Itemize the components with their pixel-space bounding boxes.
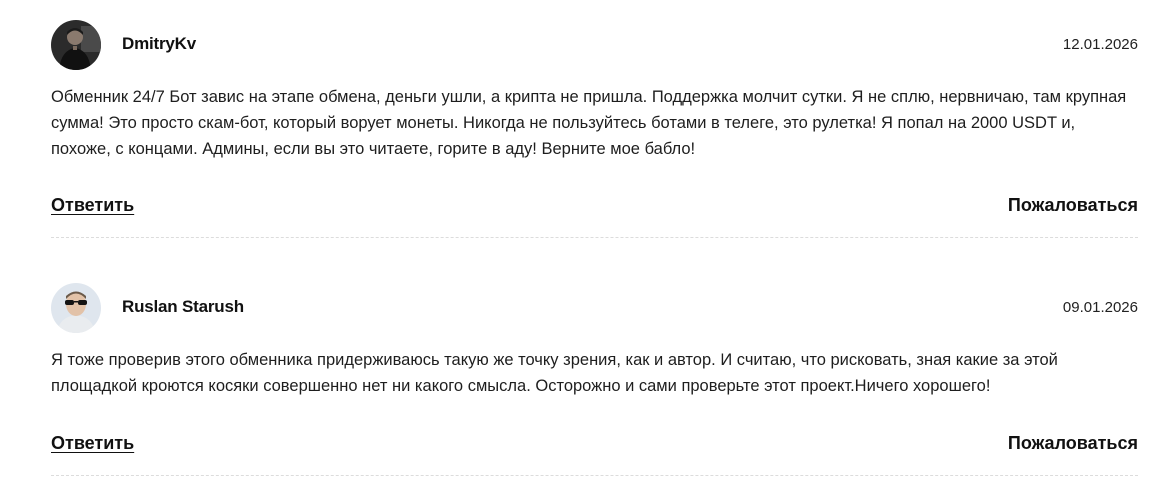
- divider: [51, 475, 1138, 476]
- avatar: [51, 20, 101, 70]
- report-link[interactable]: Пожаловаться: [1008, 195, 1138, 216]
- comment-actions: Ответить Пожаловаться: [51, 195, 1138, 225]
- comment-text: Обменник 24/7 Бот завис на этапе обмена,…: [51, 88, 1127, 158]
- comment-date: 12.01.2026: [1062, 36, 1138, 53]
- comment-actions: Ответить Пожаловаться: [51, 433, 1138, 463]
- comment-text: Я тоже проверив этого обменника придержи…: [51, 351, 1058, 395]
- author-name: DmitryKv: [122, 34, 196, 53]
- comment-date: 09.01.2026: [1062, 299, 1138, 316]
- comment: Ruslan Starush 09.01.2026 Я тоже провери…: [51, 283, 1138, 399]
- author-name: Ruslan Starush: [122, 297, 244, 316]
- report-link[interactable]: Пожаловаться: [1008, 433, 1138, 454]
- comment: DmitryKv 12.01.2026 Обменник 24/7 Бот за…: [51, 20, 1138, 162]
- avatar: [51, 283, 101, 333]
- divider: [51, 237, 1138, 238]
- reply-link[interactable]: Ответить: [51, 195, 134, 216]
- reply-link[interactable]: Ответить: [51, 433, 134, 454]
- comment-header: DmitryKv 12.01.2026: [51, 20, 1138, 70]
- comment-header: Ruslan Starush 09.01.2026: [51, 283, 1138, 333]
